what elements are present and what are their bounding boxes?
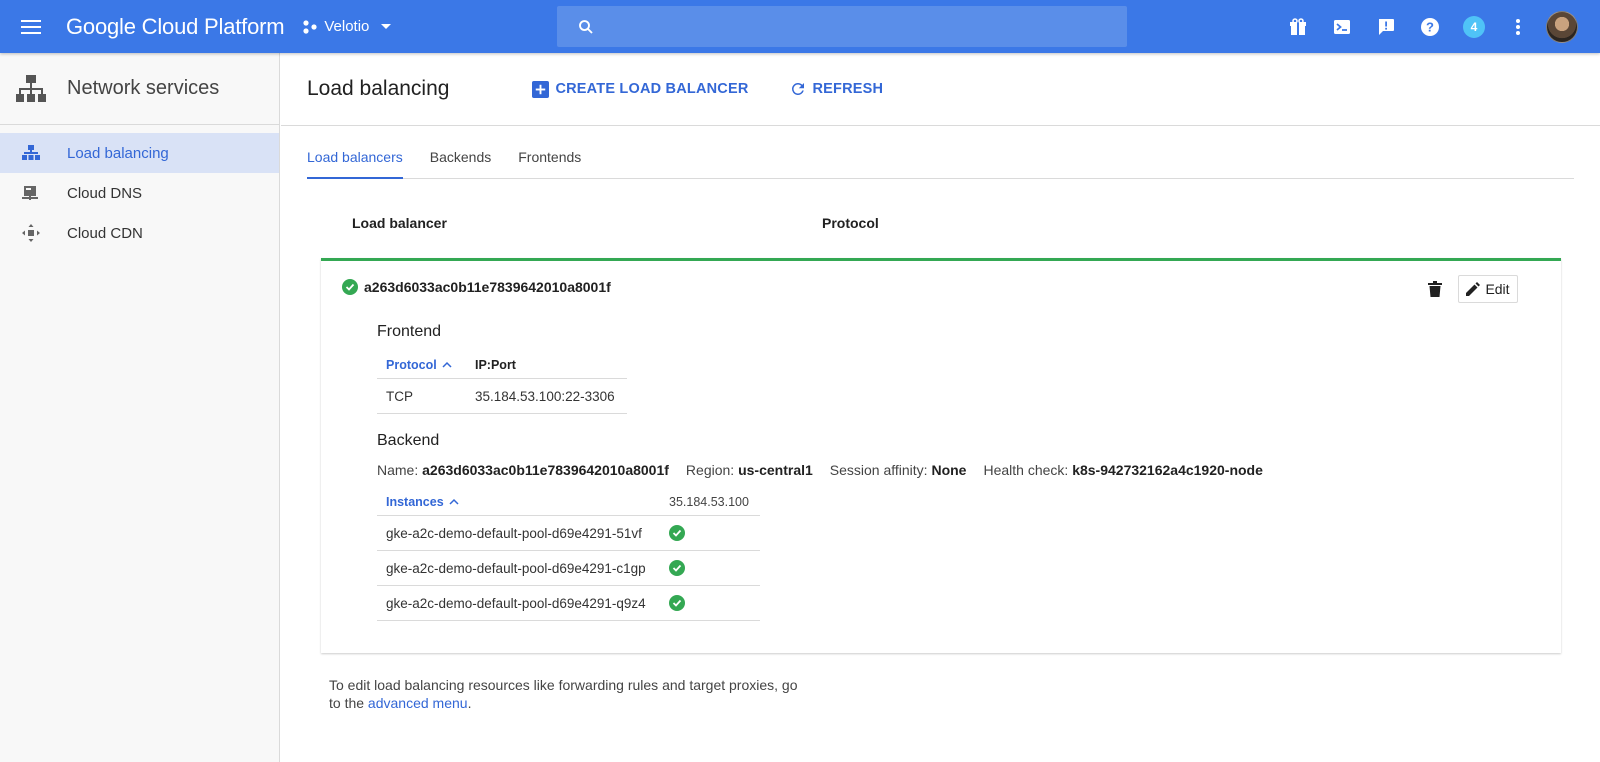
health-check-value[interactable]: k8s-942732162a4c1920-node bbox=[1072, 462, 1263, 478]
ip-header: 35.184.53.100 bbox=[669, 494, 749, 509]
edit-button[interactable]: Edit bbox=[1458, 275, 1518, 303]
tab-load-balancers[interactable]: Load balancers bbox=[307, 149, 403, 179]
main-content: Load balancing CREATE LOAD BALANCER REFR… bbox=[281, 53, 1600, 762]
page-header: Load balancing CREATE LOAD BALANCER REFR… bbox=[281, 53, 1600, 126]
feedback-icon[interactable] bbox=[1364, 5, 1408, 49]
avatar bbox=[1546, 10, 1578, 43]
notifications-button[interactable]: 4 bbox=[1452, 5, 1496, 49]
healthy-status-icon bbox=[669, 551, 685, 585]
create-load-balancer-label: CREATE LOAD BALANCER bbox=[555, 81, 749, 97]
instance-name[interactable]: gke-a2c-demo-default-pool-d69e4291-51vf bbox=[386, 516, 642, 550]
gift-icon[interactable] bbox=[1276, 5, 1320, 49]
healthy-status-icon bbox=[669, 586, 685, 620]
chevron-up-icon bbox=[442, 361, 452, 368]
delete-icon[interactable] bbox=[1428, 281, 1444, 299]
sidebar-title: Network services bbox=[67, 77, 220, 99]
table-row: gke-a2c-demo-default-pool-d69e4291-51vf bbox=[377, 516, 760, 551]
refresh-label: REFRESH bbox=[812, 81, 884, 97]
cdn-icon bbox=[21, 223, 41, 243]
health-check-field: Health check: k8s-942732162a4c1920-node bbox=[983, 462, 1262, 478]
edit-label: Edit bbox=[1485, 281, 1510, 297]
column-header-load-balancer[interactable]: Load balancer bbox=[352, 215, 447, 231]
backend-title: Backend bbox=[377, 432, 440, 449]
table-row: gke-a2c-demo-default-pool-d69e4291-c1gp bbox=[377, 551, 760, 586]
refresh-icon bbox=[791, 82, 804, 95]
session-affinity-label: Session affinity: bbox=[829, 462, 928, 478]
frontend-table: Protocol IP:Port TCP 35.184.53.100:22-33… bbox=[377, 351, 627, 414]
sidebar: Network services Load balancing Cloud DN… bbox=[0, 53, 280, 762]
tab-bar: Load balancers Backends Frontends bbox=[307, 149, 1574, 179]
create-load-balancer-button[interactable]: CREATE LOAD BALANCER bbox=[532, 80, 749, 98]
footer-note: To edit load balancing resources like fo… bbox=[329, 676, 809, 712]
sidebar-item-label: Cloud CDN bbox=[67, 224, 143, 242]
load-balancer-name[interactable]: a263d6033ac0b11e7839642010a8001f bbox=[364, 279, 611, 295]
sidebar-item-cloud-dns[interactable]: Cloud DNS bbox=[0, 173, 279, 213]
pencil-icon bbox=[1466, 282, 1481, 296]
region-field: Region: us-central1 bbox=[686, 462, 813, 478]
instance-name[interactable]: gke-a2c-demo-default-pool-d69e4291-c1gp bbox=[386, 551, 646, 585]
table-header: Load balancer Protocol bbox=[352, 215, 1552, 231]
check-circle-icon bbox=[342, 279, 358, 295]
advanced-menu-link[interactable]: advanced menu bbox=[368, 695, 468, 711]
sort-protocol-header[interactable]: Protocol bbox=[386, 351, 452, 378]
load-balancing-icon bbox=[21, 143, 41, 163]
region-label: Region: bbox=[685, 462, 735, 478]
search-icon bbox=[579, 19, 593, 34]
product-name[interactable]: Google Cloud Platform bbox=[66, 14, 285, 40]
dns-icon bbox=[21, 183, 41, 203]
sort-instances-header[interactable]: Instances bbox=[386, 488, 459, 515]
backend-name-value[interactable]: a263d6033ac0b11e7839642010a8001f bbox=[422, 462, 669, 478]
instances-header-label: Instances bbox=[386, 494, 444, 509]
table-row: TCP 35.184.53.100:22-3306 bbox=[377, 379, 627, 414]
hamburger-menu-icon[interactable] bbox=[16, 12, 46, 42]
session-affinity-field: Session affinity: None bbox=[830, 462, 967, 478]
project-selector[interactable]: Velotio bbox=[302, 18, 392, 35]
chevron-up-icon bbox=[449, 498, 459, 505]
chevron-down-icon bbox=[381, 24, 392, 29]
session-affinity-value: None bbox=[931, 462, 967, 478]
refresh-button[interactable]: REFRESH bbox=[789, 80, 884, 98]
tab-backends[interactable]: Backends bbox=[430, 149, 491, 179]
sidebar-item-cloud-cdn[interactable]: Cloud CDN bbox=[0, 213, 279, 253]
sidebar-item-load-balancing[interactable]: Load balancing bbox=[0, 133, 279, 173]
sidebar-item-label: Cloud DNS bbox=[67, 184, 143, 202]
protocol-header-label: Protocol bbox=[386, 357, 437, 372]
add-box-icon bbox=[532, 80, 550, 98]
health-check-label: Health check: bbox=[983, 462, 1069, 478]
help-icon[interactable]: ? bbox=[1408, 5, 1452, 49]
healthy-status-icon bbox=[669, 516, 685, 550]
notification-count-badge: 4 bbox=[1463, 15, 1485, 38]
ipport-header: IP:Port bbox=[475, 357, 516, 372]
column-header-protocol[interactable]: Protocol bbox=[822, 215, 879, 231]
account-button[interactable] bbox=[1540, 5, 1584, 49]
more-vert-icon[interactable] bbox=[1496, 5, 1540, 49]
frontend-table-header: Protocol IP:Port bbox=[377, 351, 627, 379]
cloud-shell-icon[interactable] bbox=[1320, 5, 1364, 49]
instances-table: Instances 35.184.53.100 gke-a2c-demo-def… bbox=[377, 488, 760, 621]
sidebar-nav: Load balancing Cloud DNS Cloud CDN bbox=[0, 125, 279, 253]
project-dots-icon bbox=[303, 19, 317, 34]
ipport-cell: 35.184.53.100:22-3306 bbox=[475, 388, 615, 404]
footer-end: . bbox=[467, 695, 472, 711]
backend-name-field: Name: a263d6033ac0b11e7839642010a8001f bbox=[377, 462, 669, 478]
protocol-cell: TCP bbox=[386, 388, 413, 404]
svg-text:?: ? bbox=[1426, 19, 1434, 34]
instance-name[interactable]: gke-a2c-demo-default-pool-d69e4291-q9z4 bbox=[386, 586, 646, 620]
sidebar-header: Network services bbox=[0, 53, 279, 125]
frontend-title: Frontend bbox=[377, 323, 442, 340]
search-input[interactable] bbox=[557, 6, 1127, 47]
load-balancer-card: a263d6033ac0b11e7839642010a8001f Edit Fr… bbox=[321, 258, 1561, 653]
table-row: gke-a2c-demo-default-pool-d69e4291-q9z4 bbox=[377, 586, 760, 621]
backend-name-label: Name: bbox=[377, 462, 419, 478]
page-title: Load balancing bbox=[307, 77, 450, 100]
tab-frontends[interactable]: Frontends bbox=[518, 149, 581, 179]
load-balancer-title: a263d6033ac0b11e7839642010a8001f bbox=[342, 279, 611, 295]
region-value: us-central1 bbox=[738, 462, 813, 478]
backend-details: Name: a263d6033ac0b11e7839642010a8001f R… bbox=[377, 462, 1263, 478]
network-services-icon bbox=[16, 74, 46, 102]
top-app-bar: Google Cloud Platform Velotio ? 4 bbox=[0, 0, 1600, 53]
sidebar-item-label: Load balancing bbox=[67, 144, 169, 162]
instances-table-header: Instances 35.184.53.100 bbox=[377, 488, 760, 516]
project-name: Velotio bbox=[324, 18, 370, 35]
